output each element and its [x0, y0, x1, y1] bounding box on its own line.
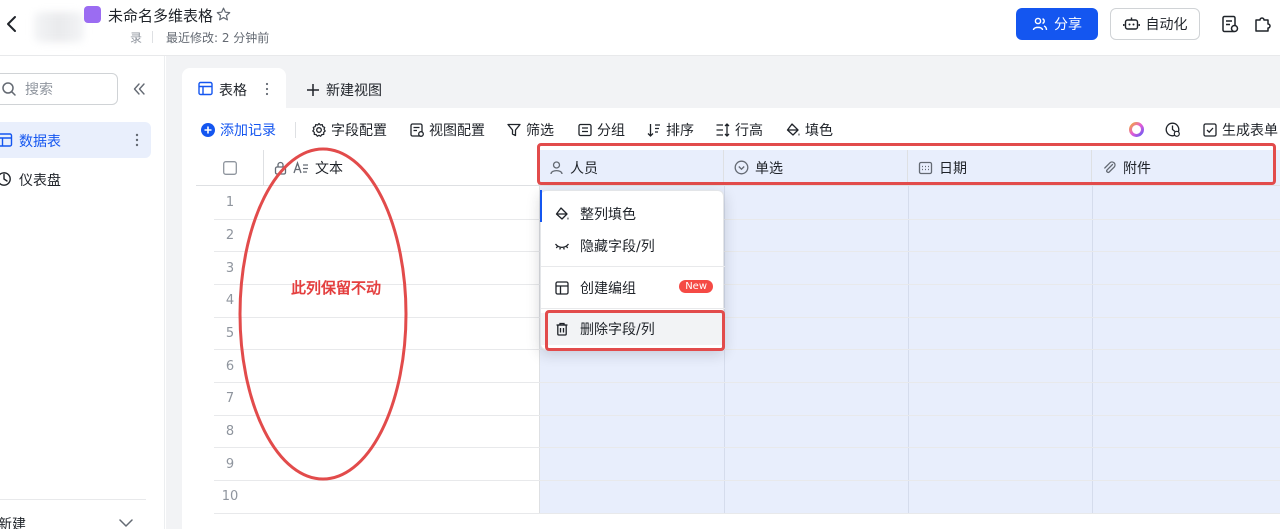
row-height-button[interactable]: 行高 [715, 120, 763, 140]
sort-label: 排序 [666, 123, 694, 139]
menu-item-label: 整列填色 [580, 207, 636, 223]
sort-icon [647, 124, 660, 137]
sidebar-item-label[interactable]: 仪表盘 [19, 170, 61, 190]
view-config-button[interactable]: 视图配置 [409, 120, 485, 140]
generate-form-label: 生成表单 [1222, 123, 1278, 139]
sidebar-item-label[interactable]: 数据表 [19, 131, 61, 151]
menu-divider [541, 266, 725, 267]
sidebar-search-input[interactable]: 搜索 [0, 73, 118, 105]
automation-label: 自动化 [1145, 17, 1188, 33]
table-view-icon [198, 81, 213, 96]
row-number[interactable]: 10 [196, 489, 264, 504]
tab-label[interactable]: 表格 [219, 80, 247, 100]
eye-closed-icon [554, 243, 570, 250]
history-icon[interactable] [1164, 121, 1181, 138]
location-fragment: 录 [130, 31, 143, 45]
group-layout-icon [555, 281, 569, 295]
top-bar: 未命名多维表格 录 最近修改: 2 分钟前 分享 自动化 [0, 0, 1280, 56]
group-label: 分组 [597, 123, 625, 139]
add-record-button[interactable]: 添加记录 [200, 120, 276, 140]
sidebar: 搜索 数据表 仪表盘 新建 [0, 56, 165, 529]
plus-icon [307, 84, 319, 96]
star-icon[interactable] [215, 6, 232, 23]
collapse-sidebar-icon[interactable] [130, 80, 148, 98]
annotation-delete-box [545, 310, 725, 351]
ai-assistant-icon[interactable] [1128, 121, 1145, 138]
new-view-button[interactable]: 新建视图 [306, 80, 382, 100]
dashboard-icon [0, 172, 11, 186]
toolbar-divider [295, 122, 296, 138]
add-record-label: 添加记录 [220, 123, 276, 139]
last-modified-text: 最近修改: 2 分钟前 [166, 31, 270, 45]
divider [0, 499, 146, 500]
field-config-button[interactable]: 字段配置 [311, 120, 387, 140]
search-placeholder: 搜索 [25, 82, 53, 98]
filter-button[interactable]: 筛选 [506, 120, 554, 140]
robot-icon [1122, 17, 1140, 30]
document-settings-icon[interactable] [1220, 14, 1240, 34]
fill-bucket-icon [786, 123, 800, 136]
filter-label: 筛选 [526, 123, 554, 139]
annotation-note: 此列保留不动 [291, 279, 382, 297]
search-icon [2, 82, 16, 96]
annotation-header-box [537, 143, 1276, 185]
share-button[interactable]: 分享 [1016, 8, 1098, 40]
fill-color-button[interactable]: 填色 [785, 120, 833, 140]
row-divider [214, 513, 1280, 514]
more-vertical-icon[interactable] [264, 81, 270, 97]
document-title[interactable]: 未命名多维表格 [108, 5, 213, 26]
field-config-label: 字段配置 [331, 123, 387, 139]
fill-bucket-icon [555, 207, 569, 220]
generate-form-button[interactable]: 生成表单 [1202, 120, 1278, 140]
sort-button[interactable]: 排序 [646, 120, 694, 140]
form-icon [1203, 123, 1217, 137]
gear-icon [312, 122, 326, 137]
view-config-label: 视图配置 [429, 123, 485, 139]
row-height-icon [716, 123, 730, 137]
menu-item-label: 创建编组 [580, 281, 636, 297]
annotation-ellipse [238, 147, 408, 481]
automation-button[interactable]: 自动化 [1110, 8, 1200, 40]
new-view-label: 新建视图 [326, 83, 382, 99]
base-app-icon [84, 6, 101, 23]
menu-item-hide-field[interactable]: 隐藏字段/列 [541, 230, 725, 262]
fill-color-label: 填色 [805, 123, 833, 139]
filter-icon [507, 123, 521, 137]
divider [152, 31, 153, 43]
view-settings-icon [410, 123, 424, 137]
menu-item-label: 隐藏字段/列 [580, 239, 655, 255]
plugin-icon[interactable] [1253, 14, 1273, 34]
people-icon [1032, 17, 1048, 31]
menu-item-create-group[interactable]: 创建编组 New [541, 272, 725, 304]
menu-item-fill-column[interactable]: 整列填色 [541, 198, 725, 230]
row-height-label: 行高 [735, 123, 763, 139]
more-vertical-icon[interactable] [132, 132, 142, 148]
checkbox-icon[interactable] [222, 160, 237, 175]
sidebar-new-button[interactable]: 新建 [0, 514, 26, 529]
chevron-down-icon[interactable] [118, 517, 134, 529]
blurred-region [34, 12, 84, 42]
menu-divider [541, 308, 725, 309]
new-badge: New [679, 280, 713, 293]
share-label: 分享 [1054, 17, 1082, 33]
focus-indicator [540, 190, 542, 222]
add-circle-icon [201, 123, 215, 137]
table-icon [0, 133, 13, 147]
group-button[interactable]: 分组 [577, 120, 625, 140]
group-icon [578, 123, 592, 137]
back-arrow-icon[interactable] [2, 12, 22, 36]
